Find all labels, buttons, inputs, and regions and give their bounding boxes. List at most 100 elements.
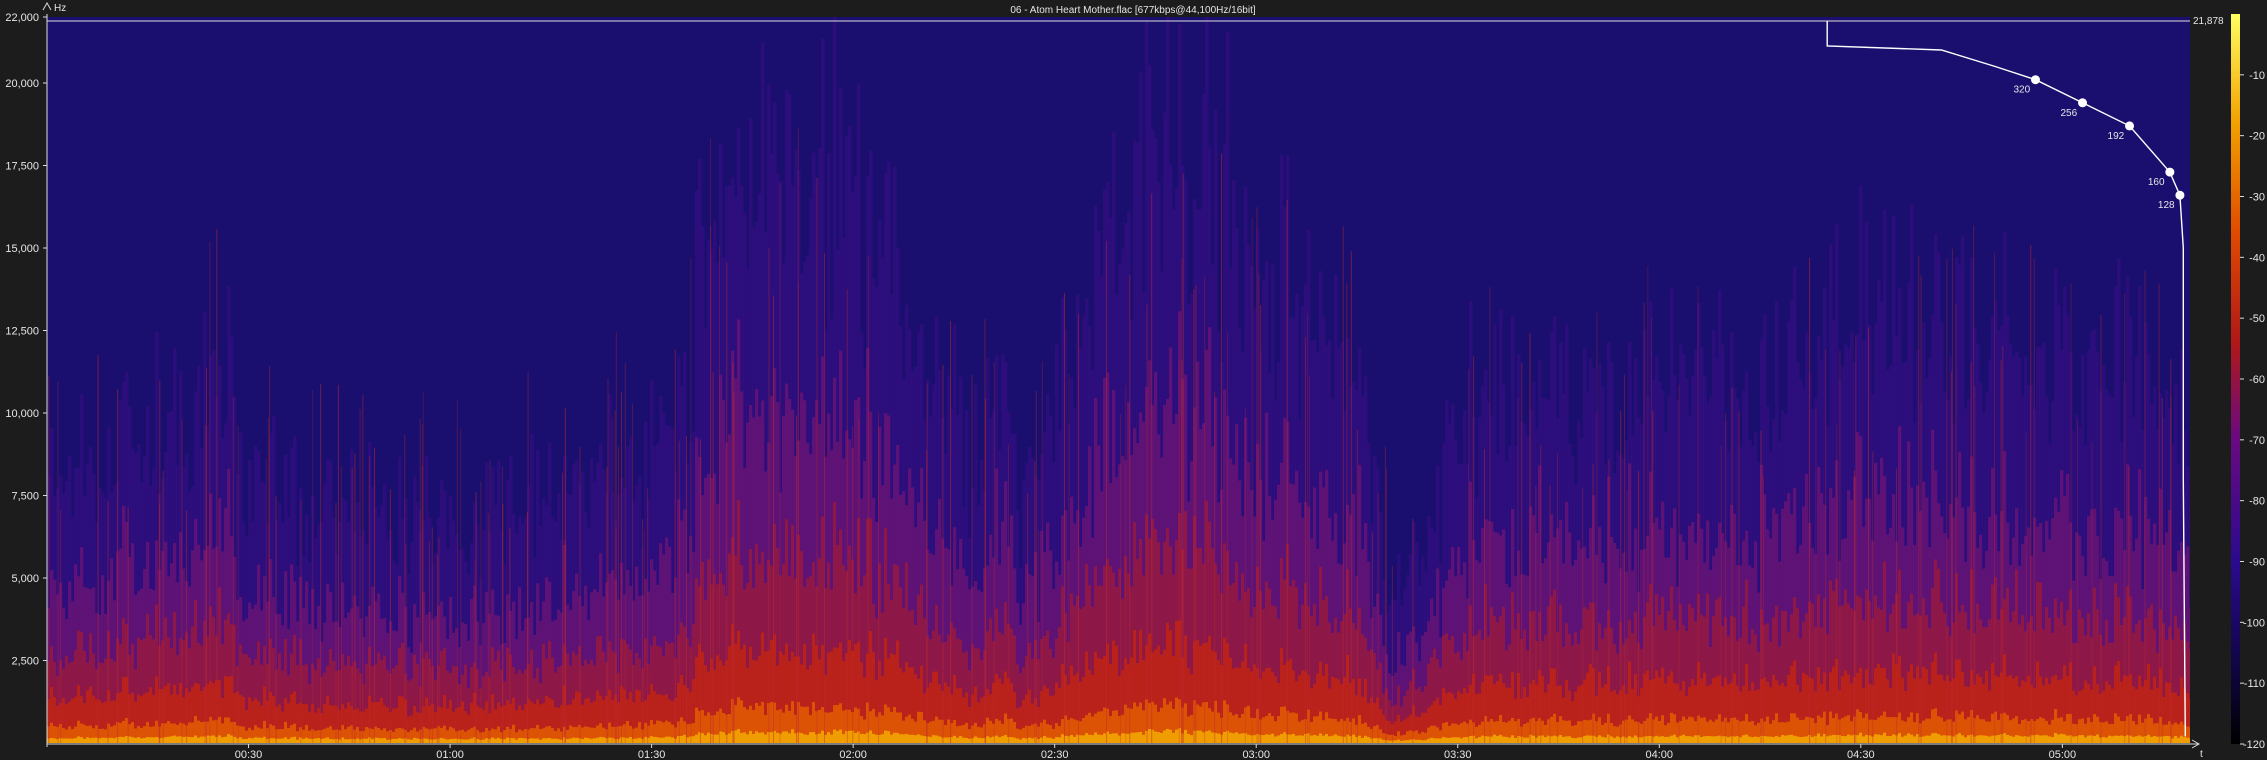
spectrogram-column (737, 729, 741, 743)
spectrogram-chart: 06 - Atom Heart Mother.flac [677kbps@44,… (5, 1, 2265, 760)
spectrogram-column (875, 734, 879, 743)
spectrogram-column (308, 738, 312, 743)
spectrogram-column (1913, 736, 1917, 743)
spectrogram-column (1460, 738, 1464, 743)
spectrogram-streak (186, 510, 188, 743)
spectrogram-column (1931, 733, 1935, 743)
y-tick-label: 12,500 (5, 326, 39, 338)
spectrogram-column (1700, 737, 1704, 743)
spectrogram-streak (1918, 256, 1920, 743)
spectrogram-column (380, 738, 384, 743)
spectrogram-streak (674, 349, 676, 743)
spectrogram-column (2018, 735, 2022, 743)
spectrogram-column (902, 734, 906, 743)
spectrogram-streak (1809, 257, 1811, 743)
spectrogram-column (788, 733, 792, 743)
spectrogram-streak (1760, 430, 1762, 743)
spectrogram-column (1748, 736, 1752, 743)
spectrogram-column (89, 738, 93, 743)
spectrogram-streak (431, 527, 433, 743)
spectrogram-streak (1872, 451, 1874, 743)
spectrogram-column (650, 736, 654, 743)
spectrogram-column (197, 737, 201, 743)
spectrogram-streak (561, 472, 563, 743)
spectrogram-column (1688, 736, 1692, 743)
spectrogram-column (1355, 736, 1359, 743)
spectrogram-column (1286, 734, 1290, 743)
spectrogram-column (392, 738, 396, 743)
spectrogram-streak (1305, 337, 1307, 743)
spectrogram-column (2078, 735, 2082, 743)
spectrogram-column (242, 739, 246, 743)
spectrogram-column (1247, 734, 1251, 743)
spectrogram-column (287, 739, 291, 743)
spectrogram-column (1673, 734, 1677, 743)
spectrogram-streak (1412, 518, 1414, 743)
y-tick-label: 15,000 (5, 243, 39, 255)
spectrogram-column (1097, 734, 1101, 743)
spectrogram-column (182, 737, 186, 743)
spectrogram-column (959, 736, 963, 743)
spectrogram-streak (1195, 285, 1197, 743)
spectrogram-column (464, 739, 468, 743)
spectrogram-streak (1638, 471, 1640, 743)
spectrogram-streak (647, 488, 649, 743)
spectrogram-column (1508, 737, 1512, 743)
colorbar-tick-label: -20 (2249, 131, 2265, 143)
spectrogram-column (443, 738, 447, 743)
spectrogram-streak (1221, 153, 1223, 743)
spectrogram-view: 06 - Atom Heart Mother.flac [677kbps@44,… (0, 0, 2267, 760)
spectrogram-streak (615, 529, 617, 743)
spectrogram-column (1781, 735, 1785, 743)
spectrogram-column (1880, 735, 1884, 743)
spectrogram-streak (1251, 217, 1253, 743)
spectrogram-column (2051, 737, 2055, 743)
spectrogram-column (1583, 735, 1587, 743)
spectrogram-column (1982, 735, 1986, 743)
spectrogram-column (1121, 733, 1125, 743)
spectrogram-column (956, 737, 960, 743)
spectrogram-column (1511, 735, 1515, 743)
spectrogram-column (1205, 731, 1209, 743)
bitrate-marker-label: 192 (2108, 131, 2125, 142)
spectrogram-column (296, 739, 300, 743)
spectrogram-streak (1557, 452, 1559, 743)
spectrogram-streak (678, 440, 680, 743)
spectrogram-column (1109, 733, 1113, 743)
spectrogram-column (122, 737, 126, 743)
spectrogram-streak (768, 247, 770, 743)
spectrogram-streak (2144, 270, 2146, 743)
spectrogram-column (1199, 730, 1203, 743)
spectrogram-streak (1623, 374, 1625, 743)
spectrogram-streak (2030, 244, 2032, 743)
spectrogram-column (599, 736, 603, 743)
spectrogram-column (869, 730, 873, 743)
spectrogram-streak (1468, 368, 1470, 743)
spectrogram-column (1799, 737, 1803, 743)
spectrogram-column (1805, 736, 1809, 743)
spectrogram-column (317, 738, 321, 743)
spectrogram-streak (2070, 283, 2072, 743)
spectrogram-column (1928, 735, 1932, 743)
spectrogram-column (1496, 735, 1500, 743)
spectrogram-column (1229, 732, 1233, 743)
spectrogram-streak (474, 560, 476, 743)
spectrogram-column (638, 737, 642, 743)
spectrogram-column (1280, 733, 1284, 743)
spectrogram-streak (1119, 414, 1121, 743)
spectrogram-streak (607, 378, 609, 743)
spectrogram-streak (419, 418, 421, 743)
spectrogram-streak (475, 491, 477, 743)
spectrogram-column (2057, 734, 2061, 743)
spectrogram-column (1178, 728, 1182, 743)
spectrogram-column (1088, 734, 1092, 743)
spectrogram-column (149, 737, 153, 743)
x-tick-label: 03:30 (1444, 749, 1472, 760)
spectrogram-column (1238, 733, 1242, 743)
spectrogram-column (575, 737, 579, 743)
spectrogram-column (176, 736, 180, 743)
spectrogram-column (1361, 737, 1365, 743)
bitrate-marker-label: 160 (2148, 177, 2165, 188)
spectrogram-column (2174, 736, 2178, 743)
spectrogram-column (1415, 739, 1419, 743)
